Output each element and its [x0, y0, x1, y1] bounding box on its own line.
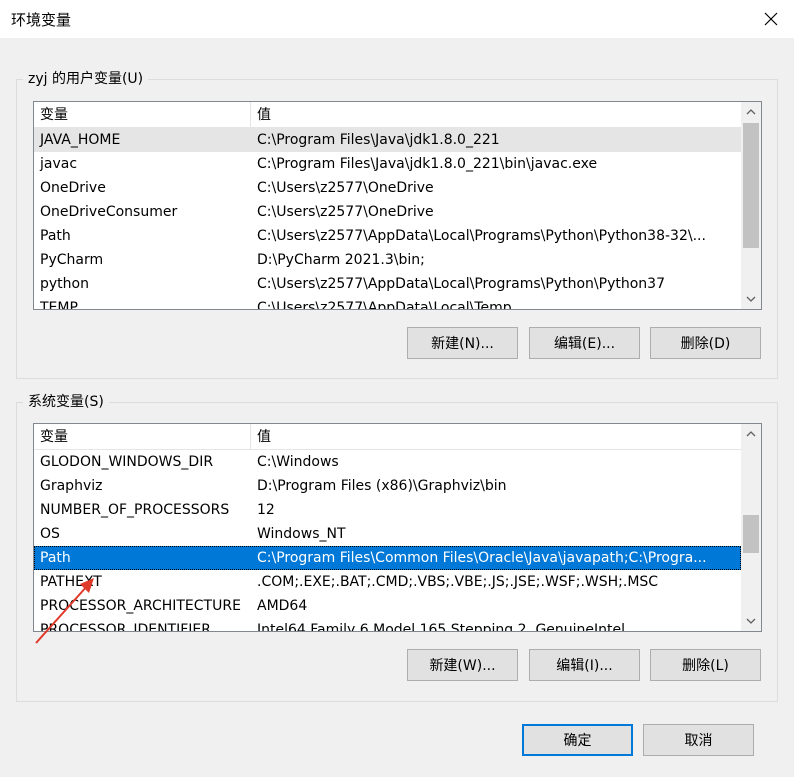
user-vars-rows: JAVA_HOME C:\Program Files\Java\jdk1.8.0_…: [34, 128, 741, 310]
var-name: Path: [40, 550, 71, 566]
user-vars-list-header: 变量 值: [34, 102, 741, 128]
var-name: python: [40, 276, 89, 292]
var-name: PROCESSOR_ARCHITECTURE: [40, 598, 241, 614]
var-value: D:\PyCharm 2021.3\bin;: [257, 252, 425, 268]
var-name: GLODON_WINDOWS_DIR: [40, 454, 214, 470]
var-value: C:\Windows: [257, 454, 339, 470]
var-value: Windows_NT: [257, 526, 346, 542]
var-name: javac: [40, 156, 78, 172]
table-row[interactable]: NUMBER_OF_PROCESSORS 12: [34, 498, 741, 522]
user-vars-scrollbar[interactable]: [741, 102, 761, 309]
user-delete-button[interactable]: 删除(D): [650, 327, 761, 359]
var-name: OneDriveConsumer: [40, 204, 178, 220]
table-row[interactable]: OneDrive C:\Users\z2577\OneDrive: [34, 176, 741, 200]
var-name: PyCharm: [40, 252, 104, 268]
column-header-variable[interactable]: 变量: [34, 424, 251, 450]
close-icon: [764, 12, 778, 26]
scroll-down-button[interactable]: [741, 611, 761, 631]
system-vars-scrollbar[interactable]: [741, 424, 761, 631]
table-row[interactable]: javac C:\Program Files\Java\jdk1.8.0_221\…: [34, 152, 741, 176]
var-value: C:\Users\z2577\AppData\Local\Programs\Py…: [257, 228, 706, 244]
var-value: C:\Users\z2577\OneDrive: [257, 204, 434, 220]
var-name: JAVA_HOME: [40, 132, 121, 148]
table-row[interactable]: PROCESSOR_IDENTIFIER Intel64 Family 6 Mod…: [34, 618, 741, 632]
scroll-thumb[interactable]: [743, 515, 759, 553]
scroll-up-button[interactable]: [741, 424, 761, 444]
var-value: C:\Users\z2577\OneDrive: [257, 180, 434, 196]
var-name: NUMBER_OF_PROCESSORS: [40, 502, 230, 518]
var-value: C:\Users\z2577\AppData\Local\Temp: [257, 300, 512, 310]
var-name: OS: [40, 526, 60, 542]
var-value: AMD64: [257, 598, 308, 614]
var-value: C:\Program Files\Java\jdk1.8.0_221: [257, 132, 500, 148]
var-name: PATHEXT: [40, 574, 102, 590]
title-bar: 环境变量: [0, 0, 794, 38]
var-value: C:\Program Files\Java\jdk1.8.0_221\bin\j…: [257, 156, 598, 172]
user-vars-group-label: zyj 的用户变量(U): [23, 69, 149, 89]
table-row[interactable]: OneDriveConsumer C:\Users\z2577\OneDrive: [34, 200, 741, 224]
var-value: C:\Users\z2577\AppData\Local\Programs\Py…: [257, 276, 665, 292]
window-title: 环境变量: [11, 11, 72, 29]
system-vars-group-label: 系统变量(S): [23, 392, 109, 412]
system-vars-rows: GLODON_WINDOWS_DIR C:\Windows Graphviz D:\…: [34, 450, 741, 632]
system-vars-group: 系统变量(S) 变量 值 GLODON_WINDOWS_DIR C:\Window…: [16, 392, 778, 702]
table-row[interactable]: JAVA_HOME C:\Program Files\Java\jdk1.8.0_…: [34, 128, 741, 152]
table-row[interactable]: PATHEXT .COM;.EXE;.BAT;.CMD;.VBS;.VBE;.JS…: [34, 570, 741, 594]
user-edit-button[interactable]: 编辑(E)...: [529, 327, 640, 359]
var-value: Intel64 Family 6 Model 165 Stepping 2, G…: [257, 622, 626, 632]
table-row[interactable]: TEMP C:\Users\z2577\AppData\Local\Temp: [34, 296, 741, 310]
table-row[interactable]: PyCharm D:\PyCharm 2021.3\bin;: [34, 248, 741, 272]
user-vars-group: zyj 的用户变量(U) 变量 值 JAVA_HOME C:\Program Fi…: [16, 69, 778, 379]
system-vars-list[interactable]: 变量 值 GLODON_WINDOWS_DIR C:\Windows Graphv…: [33, 423, 762, 632]
system-delete-button[interactable]: 删除(L): [650, 649, 761, 681]
scroll-up-button[interactable]: [741, 102, 761, 122]
chevron-up-icon: [746, 109, 756, 115]
column-header-value[interactable]: 值: [251, 424, 741, 450]
table-row[interactable]: PROCESSOR_ARCHITECTURE AMD64: [34, 594, 741, 618]
var-name: PROCESSOR_IDENTIFIER: [40, 622, 211, 632]
var-name: Graphviz: [40, 478, 103, 494]
var-value: 12: [257, 502, 275, 518]
table-row[interactable]: GLODON_WINDOWS_DIR C:\Windows: [34, 450, 741, 474]
var-name: OneDrive: [40, 180, 106, 196]
column-header-variable[interactable]: 变量: [34, 102, 251, 128]
var-value: C:\Program Files\Common Files\Oracle\Jav…: [257, 550, 707, 566]
table-row[interactable]: Graphviz D:\Program Files (x86)\Graphviz\…: [34, 474, 741, 498]
chevron-down-icon: [746, 618, 756, 624]
chevron-up-icon: [746, 431, 756, 437]
user-new-button[interactable]: 新建(N)...: [407, 327, 518, 359]
scroll-down-button[interactable]: [741, 289, 761, 309]
system-new-button[interactable]: 新建(W)...: [407, 649, 518, 681]
var-name: TEMP: [40, 300, 78, 310]
var-name: Path: [40, 228, 71, 244]
table-row[interactable]: python C:\Users\z2577\AppData\Local\Progr…: [34, 272, 741, 296]
ok-button[interactable]: 确定: [522, 724, 633, 756]
close-button[interactable]: [748, 0, 794, 38]
table-row[interactable]: OS Windows_NT: [34, 522, 741, 546]
user-vars-list[interactable]: 变量 值 JAVA_HOME C:\Program Files\Java\jdk1…: [33, 101, 762, 310]
system-edit-button[interactable]: 编辑(I)...: [529, 649, 640, 681]
table-row[interactable]: Path C:\Users\z2577\AppData\Local\Program…: [34, 224, 741, 248]
var-value: D:\Program Files (x86)\Graphviz\bin: [257, 478, 507, 494]
system-vars-list-header: 变量 值: [34, 424, 741, 450]
table-row-selected[interactable]: Path C:\Program Files\Common Files\Oracle…: [34, 546, 741, 570]
scroll-thumb[interactable]: [743, 123, 759, 248]
var-value: .COM;.EXE;.BAT;.CMD;.VBS;.VBE;.JS;.JSE;.…: [257, 574, 659, 590]
column-header-value[interactable]: 值: [251, 102, 741, 128]
cancel-button[interactable]: 取消: [643, 724, 754, 756]
chevron-down-icon: [746, 296, 756, 302]
